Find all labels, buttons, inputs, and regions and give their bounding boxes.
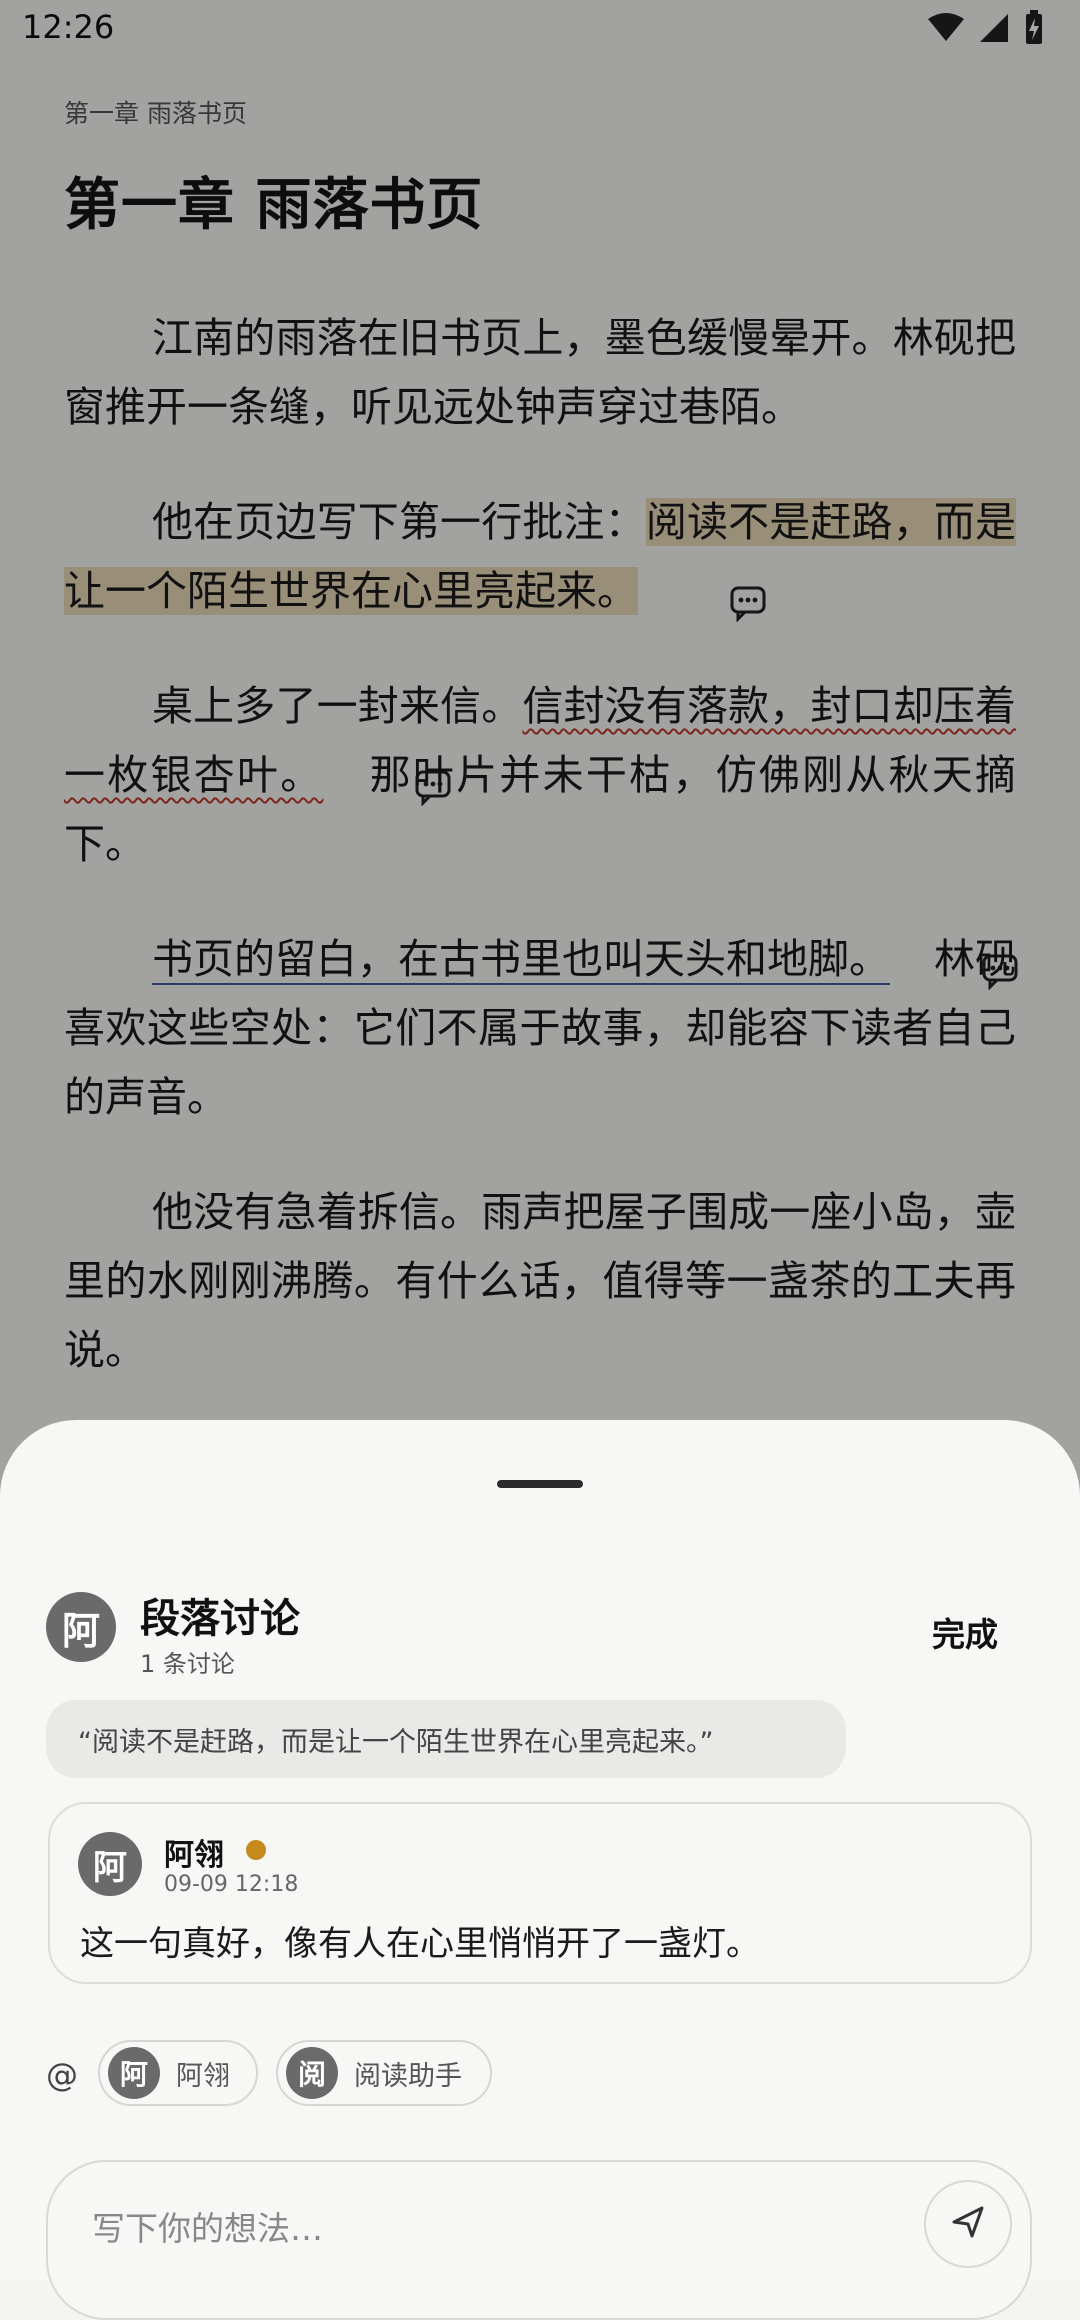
mention-chip-aling[interactable]: 阿 阿翎: [98, 2040, 258, 2106]
comment-text: 这一句真好，像有人在心里悄悄开了一盏灯。: [80, 1924, 760, 1964]
avatar: 阿: [108, 2047, 160, 2099]
discussion-count: 1 条讨论: [140, 1650, 235, 1678]
send-icon: [948, 2202, 988, 2246]
online-status-dot: [246, 1840, 266, 1860]
drag-handle[interactable]: [497, 1480, 583, 1488]
comment-card[interactable]: 阿 阿翎 09-09 12:18 这一句真好，像有人在心里悄悄开了一盏灯。: [48, 1802, 1032, 1984]
comment-input[interactable]: 写下你的想法…: [46, 2160, 1032, 2320]
mention-chip-reading-assistant[interactable]: 阅 阅读助手: [276, 2040, 492, 2106]
quoted-passage: “阅读不是赶路，而是让一个陌生世界在心里亮起来。”: [46, 1700, 846, 1778]
avatar[interactable]: 阿: [78, 1832, 142, 1896]
avatar: 阿: [46, 1592, 116, 1662]
comment-author: 阿翎: [164, 1838, 224, 1873]
send-button[interactable]: [924, 2180, 1012, 2268]
mention-label: 阅读助手: [354, 2060, 462, 2092]
avatar: 阅: [286, 2047, 338, 2099]
mention-label: 阿翎: [176, 2060, 230, 2092]
at-symbol: @: [46, 2056, 78, 2094]
discussion-bottom-sheet: 阿 段落讨论 1 条讨论 完成 “阅读不是赶路，而是让一个陌生世界在心里亮起来。…: [0, 1420, 1080, 2320]
done-button[interactable]: 完成: [932, 1608, 998, 1656]
sheet-title: 段落讨论: [140, 1596, 300, 1642]
comment-input-placeholder: 写下你的想法…: [92, 2209, 323, 2248]
mention-suggestions: @ 阿 阿翎 阅 阅读助手: [46, 2040, 1046, 2110]
comment-timestamp: 09-09 12:18: [164, 1872, 299, 1897]
